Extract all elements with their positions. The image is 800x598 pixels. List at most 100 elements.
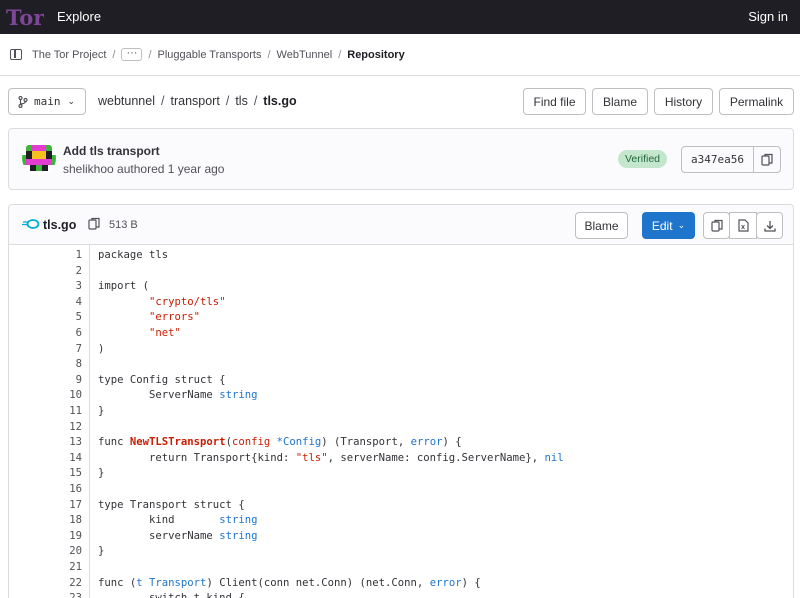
sidebar-toggle-icon[interactable]: [10, 49, 22, 60]
copy-icon: [710, 219, 723, 232]
code-text: "crypto/tls": [149, 295, 226, 308]
code-text: return Transport{kind: "tls", serverName…: [98, 451, 564, 464]
code-text: }: [98, 545, 105, 558]
code-line: 2: [9, 264, 793, 280]
history-button[interactable]: History: [654, 88, 713, 115]
breadcrumb-separator: /: [267, 48, 271, 61]
code-line: 18 kind string: [9, 513, 793, 529]
line-number[interactable]: 5: [42, 310, 82, 326]
line-number[interactable]: 13: [42, 435, 82, 451]
sign-in-link[interactable]: Sign in: [748, 9, 788, 24]
code-text: ): [98, 342, 105, 355]
code-line: 12: [9, 420, 793, 436]
edit-button[interactable]: Edit ⌄: [642, 212, 695, 239]
code-text: }: [98, 467, 105, 480]
explore-link[interactable]: Explore: [57, 9, 101, 24]
edit-label: Edit: [651, 218, 673, 233]
code-line: 22 func (t Transport) Client(conn net.Con…: [9, 576, 793, 592]
line-number[interactable]: 6: [42, 326, 82, 342]
verified-badge[interactable]: Verified: [618, 150, 668, 168]
code-line: 14 return Transport{kind: "tls", serverN…: [9, 451, 793, 467]
copy-contents-button[interactable]: [703, 212, 730, 239]
line-number[interactable]: 1: [42, 248, 82, 264]
line-number[interactable]: 23: [42, 591, 82, 598]
code-line: 7): [9, 342, 793, 358]
breadcrumb-separator: /: [338, 48, 342, 61]
path-segment-webtunnel[interactable]: webtunnel: [98, 94, 155, 108]
line-number[interactable]: 20: [42, 544, 82, 560]
code-line: 4 "crypto/tls": [9, 295, 793, 311]
breadcrumb-item-tor-project[interactable]: The Tor Project: [32, 49, 106, 61]
line-number[interactable]: 7: [42, 342, 82, 358]
line-number[interactable]: 22: [42, 576, 82, 592]
code-text: "net": [149, 327, 181, 339]
line-number[interactable]: 9: [42, 373, 82, 389]
line-number[interactable]: 8: [42, 357, 82, 373]
commit-title[interactable]: Add tls transport: [63, 144, 160, 158]
top-bar: Tor Explore Sign in: [0, 0, 800, 34]
code-text: switch t.kind {: [98, 591, 245, 598]
code-text: type Transport struct {: [98, 498, 245, 511]
path-segment-tls[interactable]: tls: [235, 94, 248, 108]
breadcrumb-separator: /: [148, 48, 152, 61]
breadcrumb-separator: /: [112, 48, 116, 61]
line-number[interactable]: 2: [42, 264, 82, 280]
find-file-button[interactable]: Find file: [523, 88, 586, 115]
breadcrumb-item-webtunnel[interactable]: WebTunnel: [277, 49, 333, 61]
line-number[interactable]: 17: [42, 498, 82, 514]
code-text: import (: [98, 280, 150, 293]
code-line: 21: [9, 560, 793, 576]
chevron-down-icon: ⌄: [67, 96, 76, 107]
code-line: 13 func NewTLSTransport(config *Config) (…: [9, 435, 793, 451]
copy-icon: [88, 217, 100, 230]
code-line: 5 "errors": [9, 310, 793, 326]
code-text: "errors": [149, 311, 201, 324]
permalink-button[interactable]: Permalink: [719, 88, 794, 115]
line-number[interactable]: 16: [42, 482, 82, 498]
file-path: webtunnel / transport / tls / tls.go: [98, 94, 297, 108]
breadcrumb-more-button[interactable]: ···: [121, 48, 143, 61]
breadcrumb-item-repository[interactable]: Repository: [347, 49, 404, 61]
line-number[interactable]: 21: [42, 560, 82, 576]
code-text: kind string: [98, 514, 258, 527]
tor-logo[interactable]: Tor: [6, 5, 44, 29]
line-number[interactable]: 12: [42, 420, 82, 436]
line-number[interactable]: 10: [42, 388, 82, 404]
line-number[interactable]: 4: [42, 295, 82, 311]
copy-file-path-button[interactable]: [88, 217, 100, 233]
copy-sha-button[interactable]: [754, 147, 780, 172]
code-line: 8: [9, 357, 793, 373]
avatar[interactable]: [22, 141, 56, 175]
open-raw-button[interactable]: [729, 212, 757, 239]
code-line: 17 type Transport struct {: [9, 498, 793, 514]
line-number[interactable]: 18: [42, 513, 82, 529]
file-size: 513 B: [109, 219, 138, 231]
last-commit: Add tls transport shelikhoo authored 1 y…: [8, 128, 794, 190]
line-number[interactable]: 15: [42, 466, 82, 482]
branch-selector[interactable]: main ⌄: [8, 88, 86, 115]
path-segment-transport[interactable]: transport: [170, 94, 219, 108]
file-blame-button[interactable]: Blame: [575, 212, 628, 239]
copy-icon: [761, 153, 773, 166]
blame-button[interactable]: Blame: [592, 88, 648, 115]
code-line: 1 package tls: [9, 248, 793, 264]
download-button[interactable]: [756, 212, 783, 239]
line-number[interactable]: 19: [42, 529, 82, 545]
line-number[interactable]: 3: [42, 279, 82, 295]
code-line: 11}: [9, 404, 793, 420]
code-text: ServerName string: [98, 389, 258, 402]
code-line: 20}: [9, 544, 793, 560]
code-text: }: [98, 405, 105, 417]
commit-author[interactable]: shelikhoo: [63, 162, 114, 176]
commit-sha: a347ea56: [681, 146, 781, 173]
code-text: func NewTLSTransport(config *Config) (Tr…: [98, 436, 462, 449]
line-number[interactable]: 14: [42, 451, 82, 467]
file-header: tls.go 513 B Blame Edit ⌄: [9, 205, 793, 245]
commit-sha-text[interactable]: a347ea56: [682, 147, 754, 172]
breadcrumb: The Tor Project / ··· / Pluggable Transp…: [0, 34, 800, 76]
line-number[interactable]: 11: [42, 404, 82, 420]
breadcrumb-item-pluggable-transports[interactable]: Pluggable Transports: [158, 49, 262, 61]
code-line: 3 import (: [9, 279, 793, 295]
go-file-icon: [22, 219, 40, 229]
path-file-name[interactable]: tls.go: [263, 94, 296, 108]
